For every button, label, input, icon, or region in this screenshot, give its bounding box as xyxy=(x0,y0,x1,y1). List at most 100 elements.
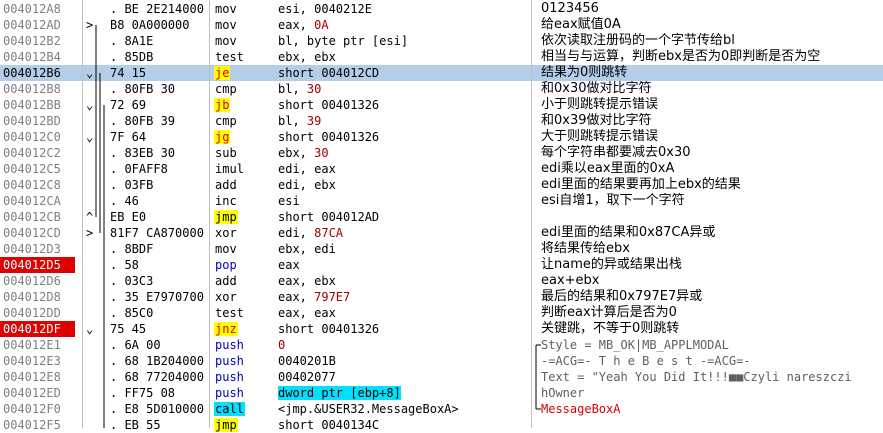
row-hex-bytes: . 35 E7970700 xyxy=(110,290,204,304)
row-address: 004012CB xyxy=(3,210,61,224)
row-mnemonic: push xyxy=(214,385,270,401)
mnemonic-text: jnz xyxy=(214,322,238,336)
jump-marker xyxy=(86,49,108,65)
row-mnemonic: mov xyxy=(214,17,270,33)
code-row[interactable]: 004012F5 . EB 55 jmp short 0040134C xyxy=(0,417,883,433)
row-comment: 结果为0则跳转 xyxy=(541,65,628,80)
row-operands: bl, 39 xyxy=(278,113,528,129)
code-row[interactable]: 004012BB ⌄ 72 69 jb short 00401326 小于则跳转提示错误 xyxy=(0,97,883,113)
row-operands: eax xyxy=(278,257,528,273)
row-mnemonic: add xyxy=(214,177,270,193)
jump-marker xyxy=(86,177,108,193)
mnemonic-text: je xyxy=(214,66,231,80)
operand-immediate: 30 xyxy=(314,146,329,160)
code-row[interactable]: 004012C0 ⌄ 7F 64 jg short 00401326 大于则跳转提示错误 xyxy=(0,129,883,145)
mnemonic-text: add xyxy=(215,178,237,192)
row-operands: dword ptr [ebp+8] xyxy=(278,385,528,401)
code-row[interactable]: 004012E8 . 68 77204000 push 00402077 Text = … xyxy=(0,369,883,385)
row-hex-bytes: . 58 xyxy=(110,258,139,272)
disassembly-view[interactable]: 004012A8 . BE 2E214000 mov esi, 0040212E 012… xyxy=(0,0,883,432)
operand-immediate: 0A xyxy=(314,18,329,32)
jump-marker xyxy=(86,353,108,369)
code-row[interactable]: 004012B8 . 80FB 30 cmp bl, 30 和0x30做对比字符 xyxy=(0,81,883,97)
operand-register: eax, xyxy=(278,290,315,304)
code-row[interactable]: 004012B2 . 8A1E mov bl, byte ptr [esi] 依次读取注… xyxy=(0,33,883,49)
row-address: 004012DD xyxy=(3,306,61,320)
row-operands: 0 xyxy=(278,337,528,353)
code-row[interactable]: 004012F0 . E8 5D010000 call <jmp.&USER32.Me… xyxy=(0,401,883,417)
code-row[interactable]: 004012AD > B8 0A000000 mov eax, 0A 给eax赋值0A xyxy=(0,17,883,33)
code-row[interactable]: 004012BD . 80FB 39 cmp bl, 39 和0x39做对比字符 xyxy=(0,113,883,129)
code-row[interactable]: 004012D3 . 8BDF mov ebx, edi 将结果传给ebx xyxy=(0,241,883,257)
code-row[interactable]: 004012DF ⌄ 75 45 jnz short 00401326 关键跳，不等于0则… xyxy=(0,321,883,337)
row-hex-bytes: . 0FAFF8 xyxy=(110,162,168,176)
code-row[interactable]: 004012C8 . 03FB add edi, ebx edi里面的结果要再加上ebx… xyxy=(0,177,883,193)
row-hex-bytes: . EB 55 xyxy=(110,418,161,432)
row-operands: short 00401326 xyxy=(278,129,528,145)
row-address: 004012B8 xyxy=(3,82,61,96)
jump-marker: ⌄ xyxy=(86,322,94,336)
row-operands: 0040201B xyxy=(278,353,528,369)
row-comment: 最后的结果和0x797E7异或 xyxy=(541,289,703,304)
code-row[interactable]: 004012CA . 46 inc esi esi自增1，取下一个字符 xyxy=(0,193,883,209)
row-comment xyxy=(541,417,883,433)
row-hex-bytes: B8 0A000000 xyxy=(110,18,190,32)
code-row[interactable]: 004012CB ^ EB E0 jmp short 004012AD xyxy=(0,209,883,225)
row-hex-bytes: . 46 xyxy=(110,194,139,208)
row-comment: Style = MB_OK|MB_APPLMODAL xyxy=(541,338,729,352)
operand-text: short 004012CD xyxy=(278,66,380,80)
row-address: 004012E8 xyxy=(3,370,61,384)
code-row[interactable]: 004012B4 . 85DB test ebx, ebx 相当与与运算，判断ebx是否… xyxy=(0,49,883,65)
row-mnemonic: mov xyxy=(214,1,270,17)
mnemonic-text: mov xyxy=(215,34,237,48)
row-address: 004012CD xyxy=(3,226,61,240)
jump-marker xyxy=(86,289,108,305)
row-operands: ebx, 30 xyxy=(278,145,528,161)
row-address: 004012E3 xyxy=(3,354,61,368)
mnemonic-text: push xyxy=(215,386,244,400)
row-mnemonic: inc xyxy=(214,193,270,209)
code-row[interactable]: 004012DD . 85C0 test eax, eax 判断eax计算后是否为0 xyxy=(0,305,883,321)
row-mnemonic: push xyxy=(214,337,270,353)
mnemonic-text: mov xyxy=(215,242,237,256)
operand-text: ebx, edi xyxy=(278,242,336,256)
code-row[interactable]: 004012D8 . 35 E7970700 xor eax, 797E7 最后的结果和… xyxy=(0,289,883,305)
row-comment: eax+ebx xyxy=(541,273,600,288)
mnemonic-text: inc xyxy=(215,194,237,208)
row-operands: bl, byte ptr [esi] xyxy=(278,33,528,49)
operand-text: 00402077 xyxy=(278,370,336,384)
mnemonic-text: cmp xyxy=(215,82,237,96)
row-operands: edi, ebx xyxy=(278,177,528,193)
jump-marker xyxy=(86,273,108,289)
row-comment: Text = "Yeah You Did It!!!■■Czyli naresz… xyxy=(541,370,852,384)
code-row[interactable]: 004012D6 . 03C3 add eax, ebx eax+ebx xyxy=(0,273,883,289)
code-row[interactable]: 004012A8 . BE 2E214000 mov esi, 0040212E 012… xyxy=(0,1,883,17)
code-row[interactable]: 004012E3 . 68 1B204000 push 0040201B -=ACG=-… xyxy=(0,353,883,369)
code-row[interactable]: 004012CD >81F7 CA870000 xor edi, 87CA edi里面的… xyxy=(0,225,883,241)
mnemonic-text: mov xyxy=(215,2,237,16)
operand-text: eax, ebx xyxy=(278,274,336,288)
mnemonic-text: jg xyxy=(214,130,231,144)
row-mnemonic: call xyxy=(214,401,270,417)
code-row[interactable]: 004012ED . FF75 08 push dword ptr [ebp+8] hO… xyxy=(0,385,883,401)
mnemonic-text: push xyxy=(215,354,244,368)
code-row[interactable]: 004012E1 . 6A 00 push 0 Style = MB_OK|MB_APP… xyxy=(0,337,883,353)
row-comment: hOwner xyxy=(541,386,585,400)
row-mnemonic: push xyxy=(214,369,270,385)
operand-text: 0 xyxy=(278,338,286,352)
row-comment: 关键跳，不等于0则跳转 xyxy=(541,321,680,336)
jump-marker xyxy=(86,161,108,177)
row-operands: esi xyxy=(278,193,528,209)
code-row[interactable]: 004012B6 ⌄ 74 15 je short 004012CD 结果为0则跳转 xyxy=(0,65,883,81)
row-operands: short 004012AD xyxy=(278,209,528,225)
code-row[interactable]: 004012C5 . 0FAFF8 imul edi, eax edi乘以eax里面的0… xyxy=(0,161,883,177)
row-operands: eax, ebx xyxy=(278,273,528,289)
code-row[interactable]: 004012D5 . 58 pop eax 让name的异或结果出栈 xyxy=(0,257,883,273)
row-hex-bytes: . E8 5D010000 xyxy=(110,402,204,416)
row-address: 004012E1 xyxy=(3,338,61,352)
jump-marker xyxy=(86,385,108,401)
row-hex-bytes: . FF75 08 xyxy=(110,386,176,400)
row-operands: 00402077 xyxy=(278,369,528,385)
row-mnemonic: test xyxy=(214,305,270,321)
code-row[interactable]: 004012C2 . 83EB 30 sub ebx, 30 每个字符串都要减去0x30 xyxy=(0,145,883,161)
